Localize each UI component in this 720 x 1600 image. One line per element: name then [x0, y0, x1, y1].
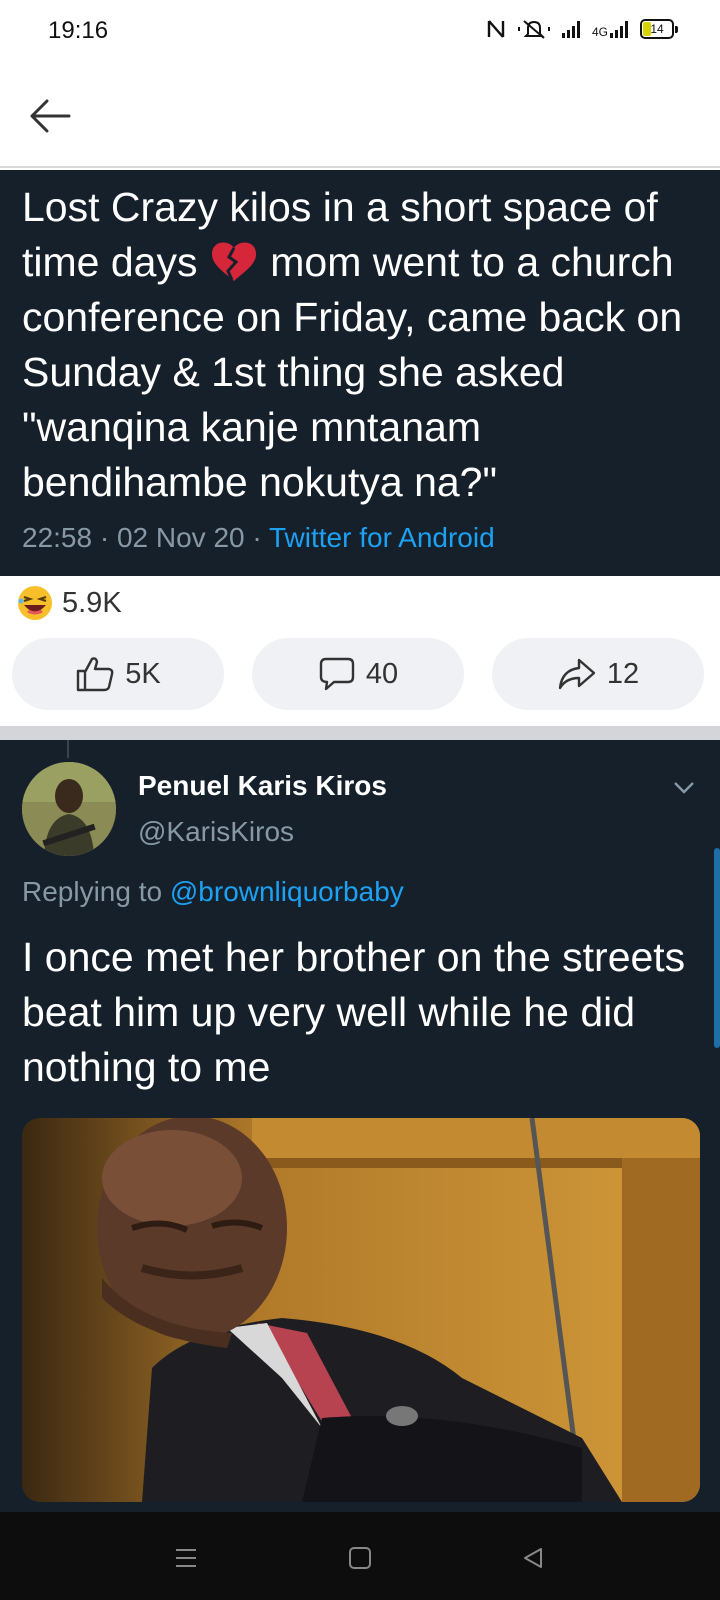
broken-heart-icon	[211, 242, 256, 281]
share-arrow-icon	[558, 658, 596, 690]
status-icons: 4G 14	[486, 18, 678, 40]
tweet-time: 22:58	[22, 522, 93, 553]
system-back-button[interactable]	[513, 1538, 553, 1578]
tweet-date: 02 Nov 20	[116, 522, 245, 553]
meta-separator: ·	[92, 522, 117, 553]
comment-count: 40	[365, 657, 399, 690]
triangle-back-icon	[524, 1548, 542, 1568]
signal-bars-2-icon	[610, 20, 628, 38]
reaction-bar: 5.9K 5K 40 12	[0, 576, 720, 726]
reply-text: I once met her brother on the streets be…	[22, 934, 686, 1090]
app-header	[0, 64, 720, 168]
scrollbar[interactable]	[714, 848, 720, 1048]
comment-icon	[319, 657, 355, 691]
share-count: 12	[606, 657, 640, 690]
reaction-summary[interactable]: 5.9K	[16, 584, 122, 622]
tweet-card: Lost Crazy kilos in a short space of tim…	[0, 170, 720, 576]
reply-author-name[interactable]: Penuel Karis Kiros	[138, 770, 387, 802]
like-count: 5K	[125, 657, 161, 690]
signal-icon	[561, 20, 580, 38]
chevron-down-icon	[674, 782, 694, 794]
replying-to: Replying to @brownliquorbaby	[22, 876, 404, 908]
like-button[interactable]: 5K	[12, 638, 224, 710]
square-home-icon	[349, 1547, 371, 1569]
nfc-icon	[487, 20, 505, 38]
share-button[interactable]: 12	[492, 638, 704, 710]
laughing-face-icon	[18, 586, 52, 620]
tweet-source-link[interactable]: Twitter for Android	[269, 522, 495, 553]
comment-button[interactable]: 40	[252, 638, 464, 710]
tweet-text: Lost Crazy kilos in a short space of tim…	[22, 180, 712, 510]
thumbs-up-icon	[77, 657, 114, 692]
avatar[interactable]	[22, 762, 116, 856]
menu-lines-icon	[176, 1549, 196, 1567]
back-button[interactable]	[26, 94, 74, 138]
replying-mention-link[interactable]: @brownliquorbaby	[170, 876, 404, 907]
reply-media-image[interactable]	[22, 1118, 700, 1502]
photo-man-seated	[22, 1118, 700, 1502]
replying-label: Replying to	[22, 876, 170, 907]
back-arrow-icon	[30, 99, 71, 133]
meta-separator-2: ·	[244, 522, 269, 553]
section-divider	[0, 726, 720, 740]
mobile-data-icon: 4G	[592, 20, 628, 38]
reaction-count: 5.9K	[62, 586, 122, 619]
avatar-image	[22, 762, 116, 856]
mute-icon	[517, 20, 550, 39]
status-bar: 19:16 4G 14	[0, 0, 720, 64]
battery-icon: 14	[640, 19, 678, 39]
home-button[interactable]	[340, 1538, 380, 1578]
recent-apps-button[interactable]	[166, 1538, 206, 1578]
status-time: 19:16	[48, 17, 109, 44]
network-type: 4G	[591, 25, 608, 39]
thread-line	[67, 740, 69, 758]
tweet-meta: 22:58 · 02 Nov 20 · Twitter for Android	[22, 522, 495, 554]
battery-level: 14	[650, 22, 664, 36]
reply-author-handle[interactable]: @KarisKiros	[138, 816, 294, 848]
tweet-options-button[interactable]	[664, 768, 704, 808]
reply-tweet-card: Penuel Karis Kiros @KarisKiros Replying …	[0, 740, 720, 1512]
system-nav-bar	[0, 1512, 720, 1600]
